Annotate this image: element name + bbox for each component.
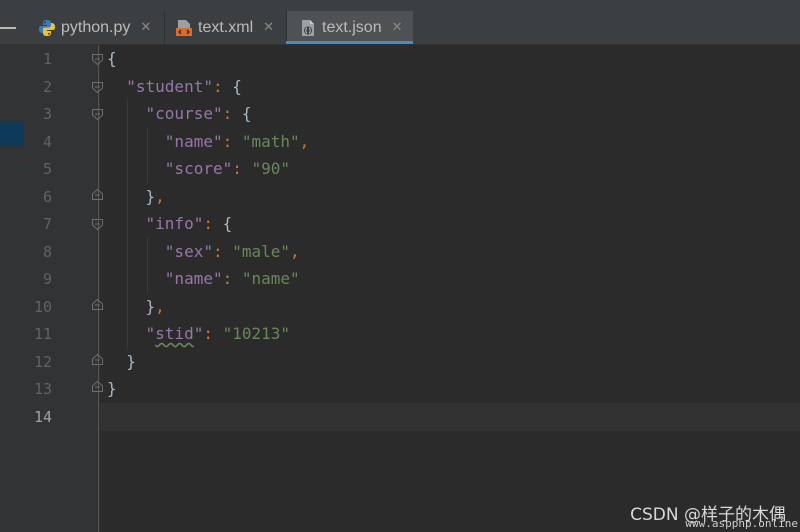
json-key-quote: ": [193, 324, 204, 343]
code-line-4[interactable]: "name": "math",: [107, 128, 310, 156]
editor-tab-bar: python.py ✕ text.xml ✕ text.json ✕: [0, 0, 800, 45]
tab-bar-top-strip: [0, 0, 800, 11]
code-line-12[interactable]: }: [107, 348, 136, 376]
code-line-2[interactable]: "student": {: [107, 73, 242, 101]
fold-open-icon[interactable]: [92, 82, 103, 93]
json-key: "name": [164, 132, 223, 151]
json-key: "course": [145, 104, 223, 123]
json-key: "score": [164, 159, 233, 178]
current-line-highlight: [100, 403, 800, 431]
line-number: 9: [42, 270, 52, 288]
line-number: 11: [33, 325, 52, 343]
brace: {: [232, 77, 242, 96]
tab-label: text.json: [322, 18, 382, 36]
tab-text-json[interactable]: text.json ✕: [286, 11, 413, 44]
fold-end-icon[interactable]: [92, 381, 103, 392]
json-key-quote: ": [145, 324, 156, 343]
json-file-icon: [299, 19, 317, 37]
code-line-5[interactable]: "score": "90": [107, 155, 290, 183]
line-number: 12: [33, 353, 52, 371]
brace: }: [107, 379, 117, 398]
tab-text-xml[interactable]: text.xml ✕: [164, 11, 286, 44]
colon: :: [212, 242, 233, 261]
watermark-subtext: www.aspphp.online: [685, 517, 798, 530]
tab-label: text.xml: [198, 18, 254, 36]
colon: :: [222, 269, 242, 288]
close-icon[interactable]: ✕: [263, 20, 274, 35]
line-number: 10: [33, 298, 52, 316]
comma: ,: [155, 187, 165, 206]
json-string-value: "90": [251, 159, 291, 178]
brace: }: [145, 297, 156, 316]
code-line-7[interactable]: "info": {: [107, 210, 233, 238]
fold-end-icon[interactable]: [92, 189, 103, 200]
colon: :: [222, 132, 242, 151]
code-line-10[interactable]: },: [107, 293, 165, 321]
code-line-11[interactable]: "stid": "10213": [107, 320, 291, 348]
line-number: 5: [42, 160, 52, 178]
colon: :: [203, 324, 223, 343]
colon: :: [212, 77, 233, 96]
brace: {: [222, 214, 233, 233]
json-key: "name": [164, 269, 223, 288]
line-number: 4: [42, 133, 52, 151]
fold-open-icon[interactable]: [92, 219, 103, 230]
json-key: "student": [126, 77, 213, 96]
code-line-9[interactable]: "name": "name": [107, 265, 300, 293]
close-icon[interactable]: ✕: [392, 20, 403, 35]
structure-marker[interactable]: [0, 121, 24, 145]
active-tab-indicator: [286, 41, 413, 44]
code-line-8[interactable]: "sex": "male",: [107, 238, 300, 266]
json-key-typo-word: stid: [155, 324, 194, 343]
tab-python-py[interactable]: python.py ✕: [28, 11, 164, 44]
code-line-1[interactable]: {: [107, 45, 117, 73]
line-number: 1: [42, 50, 52, 68]
colon: :: [203, 214, 223, 233]
left-tool-strip: [0, 45, 24, 532]
line-number: 14: [33, 408, 52, 426]
fold-end-icon[interactable]: [92, 354, 103, 365]
json-key: "sex": [164, 242, 213, 261]
collapse-panel-icon[interactable]: [0, 27, 16, 29]
comma: ,: [299, 132, 310, 151]
brace: {: [241, 104, 252, 123]
line-number: 7: [42, 215, 52, 233]
code-line-13[interactable]: }: [107, 375, 117, 403]
line-number: 6: [42, 188, 52, 206]
line-number: 13: [33, 380, 52, 398]
json-string-value: "10213": [222, 324, 291, 343]
line-number: 8: [42, 243, 52, 261]
tab-label: python.py: [61, 18, 131, 36]
fold-end-icon[interactable]: [92, 299, 103, 310]
close-icon[interactable]: ✕: [140, 20, 151, 35]
xml-file-icon: [175, 19, 193, 37]
comma: ,: [290, 242, 300, 261]
code-line-3[interactable]: "course": {: [107, 100, 252, 128]
brace: }: [126, 352, 136, 371]
comma: ,: [155, 297, 165, 316]
brace: }: [145, 187, 156, 206]
line-number: 3: [42, 105, 52, 123]
line-number: 2: [42, 78, 52, 96]
brace: {: [107, 49, 117, 68]
code-line-6[interactable]: },: [107, 183, 165, 211]
json-string-value: "male": [232, 242, 291, 261]
colon: :: [222, 104, 242, 123]
fold-open-icon[interactable]: [92, 54, 103, 65]
json-string-value: "name": [241, 269, 300, 288]
json-key: "info": [145, 214, 204, 233]
colon: :: [232, 159, 252, 178]
json-string-value: "math": [241, 132, 300, 151]
python-file-icon: [38, 19, 56, 37]
fold-open-icon[interactable]: [92, 109, 103, 120]
